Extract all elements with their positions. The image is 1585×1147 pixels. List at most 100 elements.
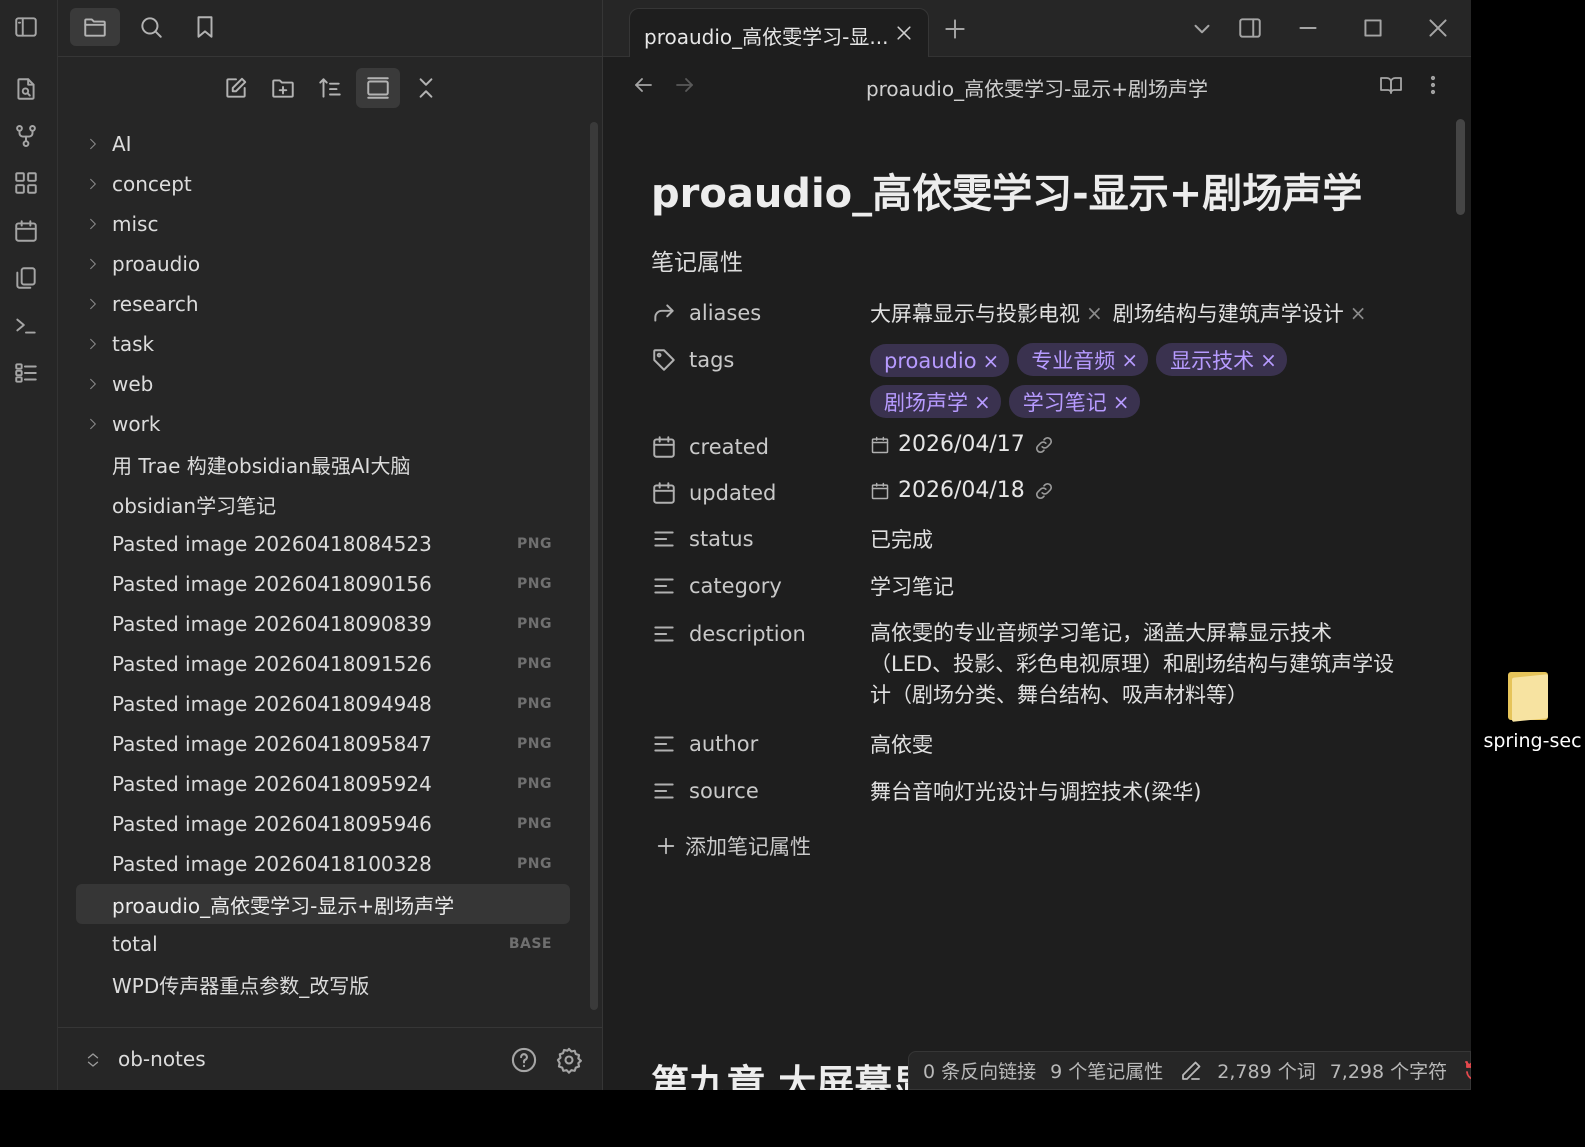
view-header-title[interactable]: proaudio_高依雯学习-显示+剧场声学	[603, 73, 1471, 102]
remove-icon[interactable]: ×	[1121, 348, 1138, 372]
property-key[interactable]: author	[651, 729, 758, 759]
tree-file[interactable]: obsidian学习笔记	[76, 484, 570, 524]
sync-error-icon[interactable]	[1463, 1059, 1471, 1083]
chevron-right-icon[interactable]	[86, 297, 100, 311]
link-icon[interactable]	[1033, 434, 1055, 456]
tree-folder[interactable]: task	[76, 324, 570, 364]
property-key[interactable]: category	[651, 571, 782, 601]
chevron-updown-icon[interactable]	[84, 1049, 102, 1071]
add-property-button[interactable]: 添加笔记属性	[655, 831, 811, 861]
graph-view-icon[interactable]	[13, 123, 39, 149]
vault-name[interactable]: ob-notes	[118, 1047, 206, 1071]
property-value-status[interactable]: 已完成	[870, 524, 933, 554]
note-title[interactable]: proaudio_高依雯学习-显示+剧场声学	[651, 161, 1362, 219]
more-options-icon[interactable]	[1421, 73, 1445, 97]
remove-icon[interactable]: ×	[983, 349, 1000, 373]
tree-folder[interactable]: concept	[76, 164, 570, 204]
close-icon[interactable]	[894, 23, 914, 43]
property-value-tags[interactable]: proaudio × 专业音频 × 显示技术 × 剧场声学 × 学习笔记 ×	[870, 343, 1310, 426]
property-value-updated[interactable]: 2026/04/18	[870, 478, 1055, 503]
properties-heading[interactable]: 笔记属性	[651, 243, 743, 277]
right-sidebar-toggle-icon[interactable]	[1237, 15, 1263, 41]
new-tab-plus-icon[interactable]	[942, 16, 968, 42]
tree-file[interactable]: Pasted image 20260418095847 PNG	[76, 724, 570, 764]
property-value-description[interactable]: 高依雯的专业音频学习笔记，涵盖大屏幕显示技术（LED、投影、彩色电视原理）和剧场…	[870, 618, 1395, 711]
terminal-icon[interactable]	[13, 312, 39, 338]
window-close-icon[interactable]	[1425, 15, 1451, 41]
tag-pill[interactable]: 显示技术 ×	[1156, 343, 1287, 376]
property-key[interactable]: aliases	[651, 298, 761, 328]
tree-file[interactable]: proaudio_高依雯学习-显示+剧场声学	[76, 884, 570, 924]
tree-folder[interactable]: proaudio	[76, 244, 570, 284]
property-value-source[interactable]: 舞台音响灯光设计与调控技术(梁华)	[870, 776, 1201, 806]
new-folder-button[interactable]	[261, 68, 305, 108]
chapter-heading[interactable]: 第九章 大屏幕显	[651, 1053, 930, 1090]
tree-file[interactable]: WPD传声器重点参数_改写版	[76, 964, 570, 1004]
tag-pill[interactable]: 剧场声学 ×	[870, 385, 1001, 418]
property-value-created[interactable]: 2026/04/17	[870, 432, 1055, 457]
tree-file[interactable]: Pasted image 20260418091526 PNG	[76, 644, 570, 684]
sidebar-toggle-icon[interactable]	[13, 14, 39, 40]
tag-pill[interactable]: proaudio ×	[870, 344, 1010, 377]
collapse-all-button[interactable]	[404, 68, 448, 108]
canvas-icon[interactable]	[13, 170, 39, 196]
property-key[interactable]: status	[651, 524, 754, 554]
backlinks-count[interactable]: 0 条反向链接	[923, 1057, 1036, 1084]
bases-icon[interactable]	[13, 360, 39, 386]
reading-view-book-icon[interactable]	[1379, 73, 1403, 97]
tree-file[interactable]: Pasted image 20260418090156 PNG	[76, 564, 570, 604]
tree-folder[interactable]: AI	[76, 124, 570, 164]
bookmarks-tab-button[interactable]	[180, 8, 230, 46]
sidebar-scrollbar[interactable]	[590, 122, 598, 1010]
tree-file[interactable]: 用 Trae 构建obsidian最强AI大脑	[76, 444, 570, 484]
chevron-right-icon[interactable]	[86, 257, 100, 271]
content-scrollbar[interactable]	[1456, 119, 1465, 215]
remove-icon[interactable]: ×	[1113, 390, 1130, 414]
settings-gear-icon[interactable]	[555, 1046, 583, 1074]
new-note-button[interactable]	[214, 68, 258, 108]
property-key[interactable]: description	[651, 619, 806, 649]
property-value-aliases[interactable]: 大屏幕显示与投影电视 × 剧场结构与建筑声学设计 ×	[870, 298, 1377, 328]
property-key[interactable]: created	[651, 432, 769, 462]
tree-file[interactable]: Pasted image 20260418095946 PNG	[76, 804, 570, 844]
calendar-icon[interactable]	[870, 435, 890, 455]
calendar-icon[interactable]	[870, 481, 890, 501]
tree-file[interactable]: Pasted image 20260418090839 PNG	[76, 604, 570, 644]
property-value-author[interactable]: 高依雯	[870, 729, 933, 759]
property-key[interactable]: source	[651, 776, 759, 806]
chevron-right-icon[interactable]	[86, 137, 100, 151]
alias-item[interactable]: 大屏幕显示与投影电视 ×	[870, 298, 1103, 328]
back-arrow-icon[interactable]	[631, 73, 655, 97]
property-value-category[interactable]: 学习笔记	[870, 571, 954, 601]
search-tab-button[interactable]	[126, 8, 176, 46]
link-icon[interactable]	[1033, 480, 1055, 502]
tree-file[interactable]: Pasted image 20260418095924 PNG	[76, 764, 570, 804]
tree-folder[interactable]: research	[76, 284, 570, 324]
remove-icon[interactable]: ×	[974, 390, 991, 414]
templates-icon[interactable]	[13, 265, 39, 291]
tree-file[interactable]: Pasted image 20260418100328 PNG	[76, 844, 570, 884]
chevron-right-icon[interactable]	[86, 377, 100, 391]
remove-icon[interactable]: ×	[1086, 301, 1103, 325]
tab-active-note[interactable]: proaudio_高依雯学习-显...	[629, 8, 929, 58]
property-key[interactable]: updated	[651, 478, 776, 508]
auto-reveal-button[interactable]	[356, 68, 400, 108]
chevron-right-icon[interactable]	[86, 177, 100, 191]
tree-file[interactable]: Pasted image 20260418094948 PNG	[76, 684, 570, 724]
properties-count[interactable]: 9 个笔记属性	[1050, 1057, 1163, 1084]
help-icon[interactable]	[510, 1046, 538, 1074]
tree-folder[interactable]: work	[76, 404, 570, 444]
tree-folder[interactable]: web	[76, 364, 570, 404]
chevron-right-icon[interactable]	[86, 217, 100, 231]
open-quick-switcher-icon[interactable]	[13, 76, 39, 102]
sort-button[interactable]	[308, 68, 352, 108]
property-key[interactable]: tags	[651, 345, 734, 375]
tag-pill[interactable]: 专业音频 ×	[1017, 343, 1149, 376]
chevron-right-icon[interactable]	[86, 417, 100, 431]
calendar-icon[interactable]	[13, 218, 39, 244]
files-tab-button[interactable]	[70, 8, 120, 46]
tag-pill[interactable]: 学习笔记 ×	[1008, 385, 1140, 418]
alias-item[interactable]: 剧场结构与建筑声学设计 ×	[1113, 298, 1367, 328]
minimize-icon[interactable]	[1295, 15, 1321, 41]
forward-arrow-icon[interactable]	[673, 73, 697, 97]
